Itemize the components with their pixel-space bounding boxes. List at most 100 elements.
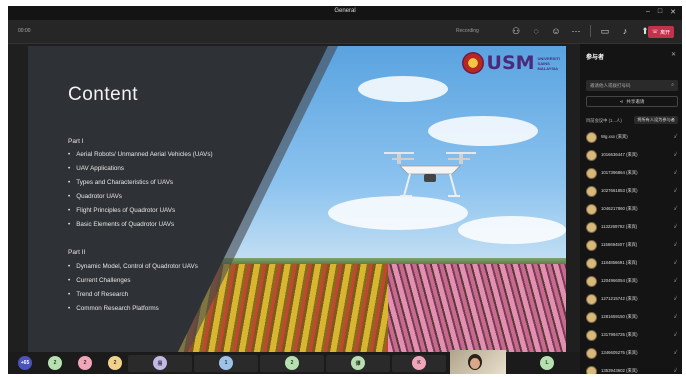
avatar <box>586 257 597 269</box>
avatar[interactable]: 谭 <box>351 356 365 370</box>
avatar <box>586 149 597 161</box>
avatar[interactable]: L <box>540 356 554 370</box>
search-icon: ⌕ <box>671 82 674 88</box>
close-panel-icon[interactable]: ✕ <box>671 51 676 58</box>
close-icon[interactable]: ✕ <box>670 8 676 16</box>
mic-off-icon: ♪̸ <box>673 314 677 320</box>
share-icon: ⋖ <box>619 98 624 104</box>
avatar <box>586 329 597 341</box>
part-one-heading: Part I <box>68 138 84 145</box>
drone-image <box>384 152 476 197</box>
panel-title: 参与者 <box>586 55 605 61</box>
presenter-video-thumbnail[interactable] <box>450 350 506 374</box>
meeting-toolbar: 00:00 Recording ⚇ ◌ ☺ ⋯ ▭ ♪ ⬆ ☏ 离开 <box>8 20 682 44</box>
participant-row[interactable]: 1156694507 (来宾) ♪̸ <box>586 236 680 254</box>
more-participants-button[interactable]: +65 <box>18 356 32 370</box>
list-item: Flight Principles of Quadrotor UAVs <box>68 204 213 218</box>
participants-icon[interactable]: ⚇ <box>510 26 522 37</box>
avatar[interactable]: K <box>412 356 426 370</box>
leave-button[interactable]: ☏ 离开 <box>648 26 674 38</box>
participant-row[interactable]: 1204966054 (来宾) ♪̸ <box>586 272 680 290</box>
cloud <box>358 76 448 102</box>
participant-row[interactable]: 1046217860 (来宾) ♪̸ <box>586 200 680 218</box>
mic-off-icon: ♪̸ <box>673 170 677 176</box>
shared-slide: Content Part I Aerial Robots/ Unmanned A… <box>28 46 566 352</box>
recording-indicator: Recording <box>456 28 479 34</box>
avatar <box>586 275 597 287</box>
mic-off-icon: ♪̸ <box>673 224 677 230</box>
mic-off-icon: ♪̸ <box>673 368 677 374</box>
slide-title: Content <box>68 84 139 105</box>
chat-icon[interactable]: ◌ <box>530 26 542 36</box>
logo-text: USM <box>486 52 535 74</box>
avatar[interactable]: 易 <box>153 356 167 370</box>
window-controls: – □ ✕ <box>646 8 676 16</box>
mic-off-icon: ♪̸ <box>673 134 677 140</box>
meeting-timer: 00:00 <box>18 28 31 34</box>
make-all-attendees-button[interactable]: 将所有人设为参与者 <box>634 116 678 124</box>
list-item: Dynamic Model, Control of Quadrotor UAVs <box>68 260 198 274</box>
participant-row[interactable]: 1017396864 (来宾) ♪̸ <box>586 164 680 182</box>
toolbar-icons: ⚇ ◌ ☺ ⋯ ▭ ♪ ⬆ <box>510 25 651 37</box>
drone-body <box>399 165 461 175</box>
in-meeting-section-label[interactable]: 目前会议中 (1...人) <box>586 118 622 124</box>
share-invite-button[interactable]: ⋖ 共享邀请 <box>586 96 678 107</box>
usm-logo: USM UNIVERSITI SAINS MALAYSIA <box>461 52 560 74</box>
camera-icon[interactable]: ▭ <box>599 26 611 37</box>
participant-row[interactable]: 1281659150 (来宾) ♪̸ <box>586 308 680 326</box>
list-item: UAV Applications <box>68 162 213 176</box>
presenter-face <box>470 358 480 369</box>
cloud <box>458 216 566 244</box>
participants-panel: 参与者 ✕ 邀请他人或拨打号码 ⌕ ⋖ 共享邀请 目前会议中 (1...人) 将… <box>580 44 682 374</box>
toolbar-divider <box>590 25 591 37</box>
participant-row[interactable]: 1346605275 (来宾) ♪̸ <box>586 344 680 362</box>
avatar[interactable]: 2 <box>78 356 92 370</box>
participant-row[interactable]: 1271215742 (来宾) ♪̸ <box>586 290 680 308</box>
propeller <box>384 152 414 154</box>
participant-row[interactable]: 1184856691 (来宾) ♪̸ <box>586 254 680 272</box>
motor-arm <box>397 154 401 164</box>
avatar[interactable]: 2 <box>108 356 122 370</box>
avatar[interactable]: 1 <box>219 356 233 370</box>
avatar[interactable]: 2 <box>285 356 299 370</box>
participant-row[interactable]: 1016636447 (来宾) ♪̸ <box>586 146 680 164</box>
avatar <box>586 239 597 251</box>
list-item: Current Challenges <box>68 274 198 288</box>
part-two-list: Dynamic Model, Control of Quadrotor UAVs… <box>68 260 198 316</box>
participant-row[interactable]: 1353943602 (来宾) ♪̸ <box>586 362 680 374</box>
mic-icon[interactable]: ♪ <box>619 26 631 36</box>
part-two-heading: Part II <box>68 249 86 256</box>
participant-row[interactable]: 1317994725 (来宾) ♪̸ <box>586 326 680 344</box>
avatar <box>586 347 597 359</box>
participant-row[interactable]: Wg.xxx (来宾) ♪̸ <box>586 128 680 146</box>
propeller <box>392 158 414 160</box>
avatar <box>586 203 597 215</box>
logo-subtext: UNIVERSITI SAINS MALAYSIA <box>537 55 560 71</box>
avatar[interactable]: 2 <box>48 356 62 370</box>
part-one-list: Aerial Robots/ Unmanned Aerial Vehicles … <box>68 148 213 232</box>
participant-row[interactable]: 1027661853 (来宾) ♪̸ <box>586 182 680 200</box>
window-title: General <box>334 8 356 14</box>
participant-list: Wg.xxx (来宾) ♪̸ 1016636447 (来宾) ♪̸ 10173968… <box>586 128 680 374</box>
reactions-icon[interactable]: ☺ <box>550 26 562 36</box>
propeller <box>446 152 476 154</box>
participant-row[interactable]: 1132269792 (来宾) ♪̸ <box>586 218 680 236</box>
avatar <box>586 365 597 374</box>
phone-icon: ☏ <box>651 29 659 35</box>
minimize-icon[interactable]: – <box>646 8 650 16</box>
university-seal-icon <box>461 52 484 74</box>
avatar <box>586 131 597 143</box>
invite-search-input[interactable]: 邀请他人或拨打号码 ⌕ <box>586 80 678 91</box>
list-item: Quadrotor UAVs <box>68 190 213 204</box>
list-item: Types and Characteristics of UAVs <box>68 176 213 190</box>
maximize-icon[interactable]: □ <box>658 8 662 16</box>
more-options-icon[interactable]: ⋯ <box>570 26 582 37</box>
meeting-window: General – □ ✕ 00:00 Recording ⚇ ◌ ☺ ⋯ ▭ … <box>8 6 682 374</box>
mic-off-icon: ♪̸ <box>673 296 677 302</box>
list-item: Common Research Platforms <box>68 302 198 316</box>
mic-off-icon: ♪̸ <box>673 260 677 266</box>
tulip-field-pink <box>388 264 566 352</box>
avatar <box>586 221 597 233</box>
mic-off-icon: ♪̸ <box>673 242 677 248</box>
title-bar: General – □ ✕ <box>8 6 682 20</box>
